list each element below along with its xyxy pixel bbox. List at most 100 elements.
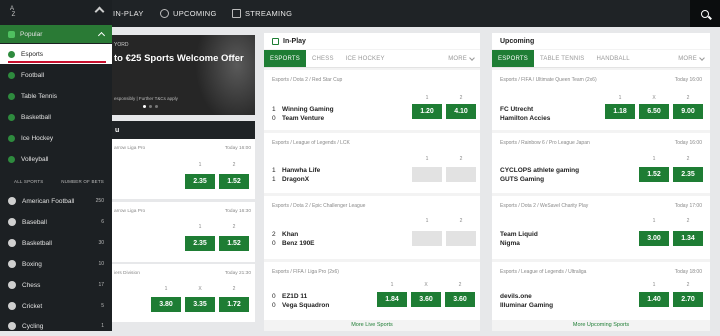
odds-header: 2 — [686, 218, 690, 224]
tab-esports[interactable]: ESPORTS — [264, 50, 306, 67]
nav-streaming[interactable]: STREAMING — [232, 0, 292, 27]
more-upcoming-sports-link[interactable]: More Upcoming Sports — [492, 322, 710, 328]
popular-section-header[interactable]: Popular — [0, 25, 112, 43]
bet-count: 10 — [98, 261, 104, 267]
odds-button[interactable]: 6.50 — [639, 104, 669, 119]
event-row[interactable]: Esports / League of Legends / Ultraliga … — [492, 262, 710, 320]
sidebar-sport-cricket[interactable]: Cricket 5 — [0, 296, 112, 316]
odds-button[interactable]: 1.52 — [219, 236, 249, 251]
team-score: 1 — [272, 167, 276, 174]
boxing-icon — [8, 260, 16, 268]
odds-button[interactable]: 1.40 — [639, 292, 669, 307]
sidebar-item-basketball[interactable]: Basketball — [0, 107, 112, 127]
event-row[interactable]: Esports / Dota 2 / Red Star Cup 1 Winning… — [264, 70, 480, 130]
promo-terms: esponsibly | Further T&Cs apply — [114, 96, 178, 101]
odds-button[interactable]: 1.52 — [639, 167, 669, 182]
odds-button[interactable]: 3.35 — [185, 297, 215, 312]
sidebar-item-table-tennis[interactable]: Table Tennis — [0, 86, 112, 106]
carousel-dot[interactable] — [149, 105, 152, 108]
tab-ice-hockey[interactable]: ICE HOCKEY — [340, 50, 391, 67]
left-event-card[interactable]: arrow Liga Pro Today 16:30 1 2 2.35 1.52 — [112, 202, 255, 262]
odds-button[interactable]: 1.34 — [673, 231, 703, 246]
sidebar-item-label: Chess — [22, 281, 41, 289]
odds-header: 1 — [618, 95, 622, 101]
event-time: Today 16:00 — [674, 140, 702, 146]
carousel-dot[interactable] — [155, 105, 158, 108]
odds-button[interactable]: 2.35 — [185, 236, 215, 251]
selection-indicator — [8, 61, 106, 63]
sidebar-sport-basketball[interactable]: Basketball 30 — [0, 233, 112, 253]
sidebar-item-football[interactable]: Football — [0, 65, 112, 85]
clock-icon — [160, 9, 169, 18]
tab-more[interactable]: MORE — [442, 50, 480, 67]
promo-image — [195, 35, 255, 115]
promo-banner[interactable]: YORD to €25 Sports Welcome Offer esponsi… — [112, 35, 255, 115]
sidebar-item-label: Volleyball — [21, 155, 49, 163]
odds-header: 1 — [425, 156, 429, 162]
left-event-card[interactable]: iers Division Today 21:30 1 X 2 3.80 3.35 1.… — [112, 264, 255, 322]
sidebar-item-ice-hockey[interactable]: Ice Hockey — [0, 128, 112, 148]
odds-button[interactable]: 2.35 — [185, 174, 215, 189]
odds-button[interactable]: 1.84 — [377, 292, 407, 307]
chess-icon — [8, 281, 16, 289]
event-row[interactable]: Esports / Rainbow 6 / Pro League Japan T… — [492, 133, 710, 193]
team-name: devils.one — [500, 293, 532, 300]
odds-button[interactable]: 4.10 — [446, 104, 476, 119]
sidebar-item-label: Basketball — [22, 239, 52, 247]
all-sports-label: ALL SPORTS — [14, 178, 44, 184]
sidebar-item-label: Boxing — [22, 260, 42, 268]
sidebar-sport-chess[interactable]: Chess 17 — [0, 275, 112, 295]
odds-button[interactable]: 2.70 — [673, 292, 703, 307]
odds-button[interactable]: 1.20 — [412, 104, 442, 119]
odds-button[interactable]: 1.52 — [219, 174, 249, 189]
nav-in-play[interactable]: IN-PLAY — [113, 0, 144, 27]
carousel-dot[interactable] — [143, 105, 146, 108]
event-row[interactable]: Esports / FIFA / Ultimate Queen Team (2x… — [492, 70, 710, 130]
sidebar-sport-american-football[interactable]: American Football 250 — [0, 191, 112, 211]
odds-button[interactable]: 3.00 — [639, 231, 669, 246]
odds-header: 2 — [459, 156, 463, 162]
odds-header: 1 — [652, 282, 656, 288]
event-row[interactable]: Esports / League of Legends / LCK 1 Hanwh… — [264, 133, 480, 193]
az-sort-icon[interactable]: A Z — [10, 6, 15, 18]
tab-table-tennis[interactable]: TABLE TENNIS — [534, 50, 591, 67]
odds-header: X — [652, 95, 656, 101]
odds-button[interactable]: 1.18 — [605, 104, 635, 119]
odds-button[interactable]: 2.35 — [673, 167, 703, 182]
nav-upcoming[interactable]: UPCOMING — [160, 0, 217, 27]
odds-button-suspended — [446, 231, 476, 246]
tab-handball[interactable]: HANDBALL — [591, 50, 636, 67]
team-name: Team Liquid — [500, 231, 538, 238]
team-name: GUTS Gaming — [500, 176, 545, 183]
tab-chess[interactable]: CHESS — [306, 50, 340, 67]
odds-button[interactable]: 1.72 — [219, 297, 249, 312]
event-time: Today 16:00 — [224, 146, 251, 151]
upcoming-tabs: ESPORTS TABLE TENNIS HANDBALL MORE — [492, 50, 710, 68]
event-row[interactable]: Esports / FIFA / Liga Pro (2x6) 0 EZ1D 11… — [264, 262, 480, 320]
pin-icon[interactable] — [94, 6, 105, 17]
odds-header: 2 — [232, 286, 236, 292]
sidebar-sport-baseball[interactable]: Baseball 6 — [0, 212, 112, 232]
sidebar-sport-cycling[interactable]: Cycling 1 — [0, 316, 112, 336]
search-button[interactable] — [690, 0, 720, 27]
odds-button-suspended — [412, 231, 442, 246]
odds-header: 2 — [686, 282, 690, 288]
odds-header: 2 — [232, 224, 236, 230]
event-row[interactable]: Esports / Dota 2 / WeSavel Charity Play … — [492, 196, 710, 259]
promo-tag: YORD — [114, 42, 129, 48]
more-live-sports-link[interactable]: More Live Sports — [264, 322, 480, 328]
tab-esports[interactable]: ESPORTS — [492, 50, 534, 67]
carousel-dots[interactable] — [143, 105, 158, 108]
event-row[interactable]: Esports / Dota 2 / Epic Challenger Leagu… — [264, 196, 480, 259]
odds-button[interactable]: 3.60 — [411, 292, 441, 307]
odds-button[interactable]: 3.60 — [445, 292, 475, 307]
sidebar-sport-boxing[interactable]: Boxing 10 — [0, 254, 112, 274]
team-score: 1 — [272, 106, 276, 113]
team-name: EZ1D 11 — [282, 293, 308, 300]
odds-button[interactable]: 9.00 — [673, 104, 703, 119]
odds-header: 2 — [459, 218, 463, 224]
left-event-card[interactable]: arrow Liga Pro Today 16:00 1 2 2.35 1.52 — [112, 139, 255, 199]
odds-button[interactable]: 3.80 — [151, 297, 181, 312]
tab-more[interactable]: MORE — [672, 50, 710, 67]
sidebar-item-volleyball[interactable]: Volleyball — [0, 149, 112, 169]
